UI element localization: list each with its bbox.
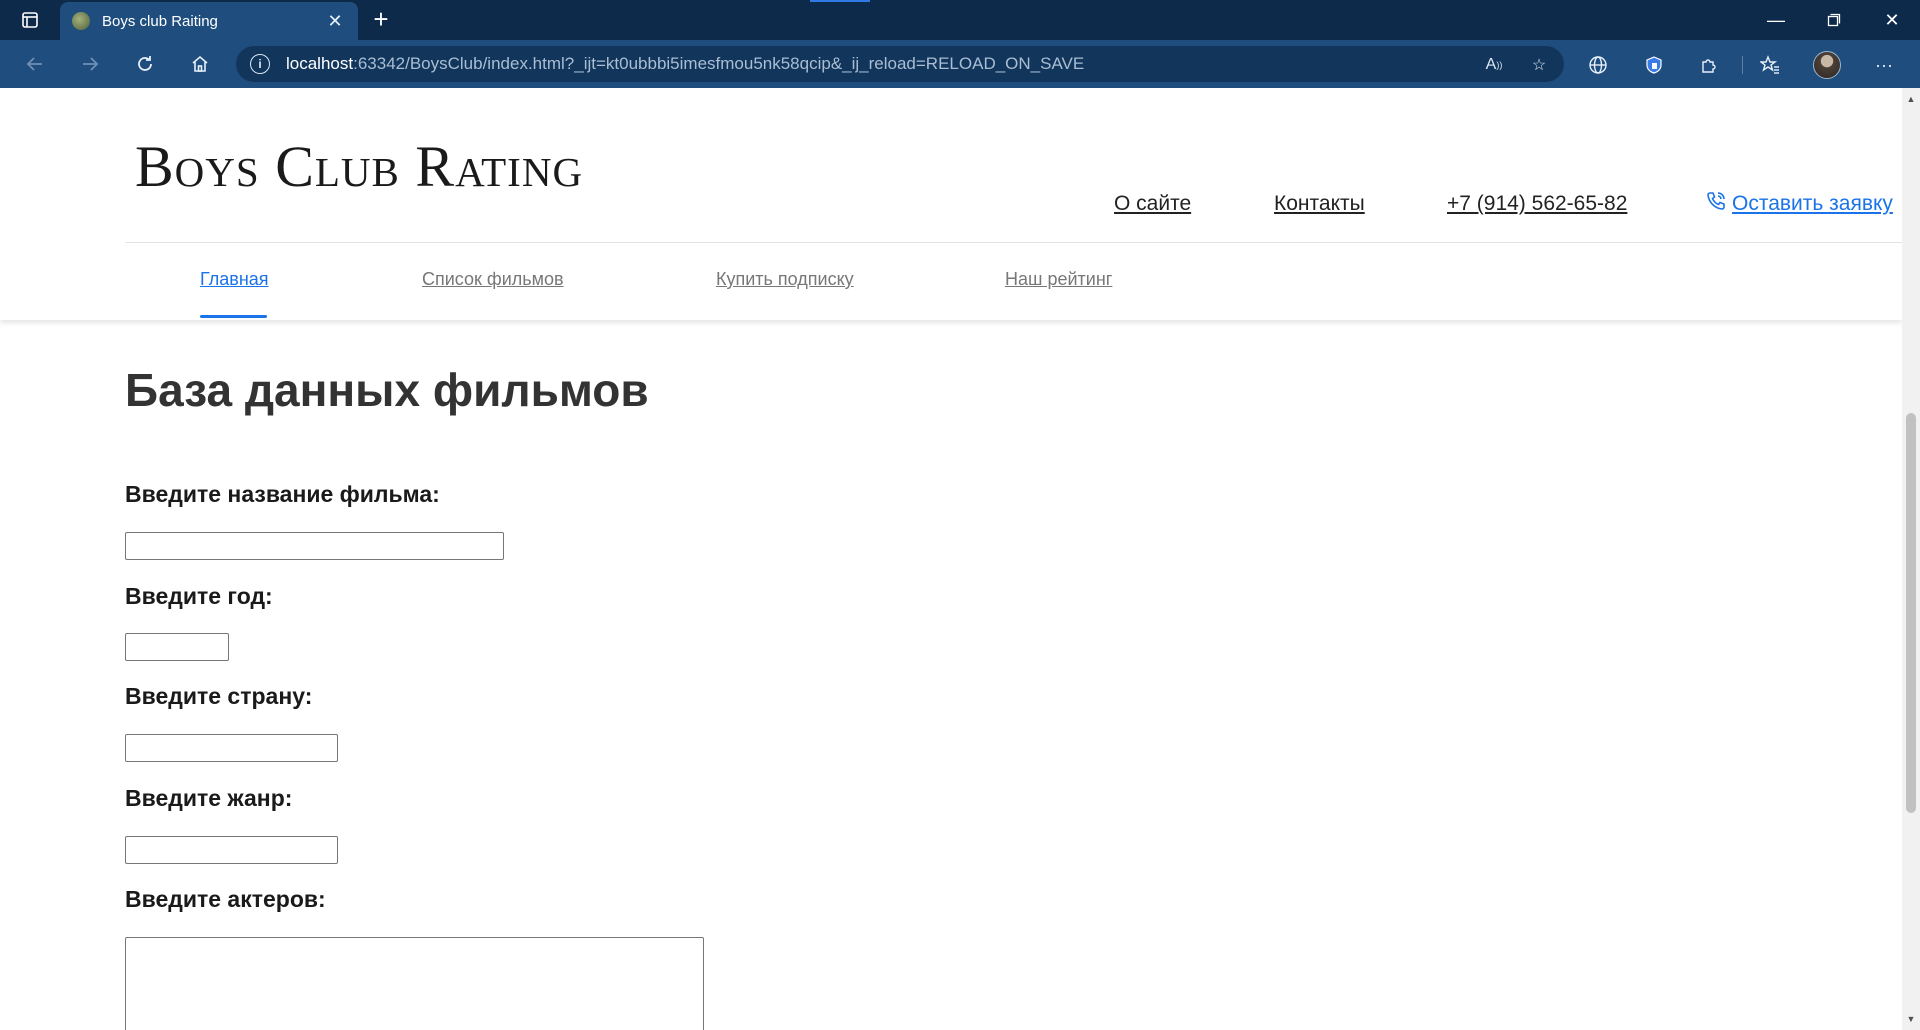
menu-item-subscription[interactable]: Купить подписку	[716, 269, 854, 290]
browser-toolbar: i localhost:63342/BoysClub/index.html?_i…	[0, 40, 1920, 88]
page-scrollbar[interactable]: ▲ ▼	[1902, 88, 1920, 1030]
close-tab-icon[interactable]: ✕	[324, 10, 346, 32]
address-bar[interactable]: i localhost:63342/BoysClub/index.html?_i…	[236, 46, 1564, 82]
site-header: Boys Club Rating О сайте Контакты +7 (91…	[0, 88, 1902, 320]
new-tab-icon[interactable]: +	[366, 6, 396, 34]
back-arrow-icon[interactable]	[17, 48, 53, 80]
restore-icon[interactable]	[1806, 0, 1862, 40]
active-menu-indicator	[200, 315, 267, 318]
extensions-icon[interactable]	[1696, 52, 1722, 78]
minimize-icon[interactable]: —	[1748, 0, 1804, 40]
menu-item-home[interactable]: Главная	[200, 269, 269, 290]
browser-tab-active[interactable]: Boys club Raiting ✕	[60, 2, 358, 40]
reload-icon[interactable]	[127, 48, 163, 80]
close-window-icon[interactable]: ✕	[1864, 0, 1920, 40]
year-input[interactable]	[125, 633, 229, 661]
shield-icon[interactable]	[1641, 52, 1667, 78]
scroll-down-icon[interactable]: ▼	[1902, 1010, 1920, 1028]
browser-tab-bar: Boys club Raiting ✕ + — ✕	[0, 0, 1920, 40]
page-viewport: Boys Club Rating О сайте Контакты +7 (91…	[0, 88, 1920, 1030]
add-favorite-icon[interactable]: ☆	[1528, 54, 1550, 76]
scroll-up-icon[interactable]: ▲	[1902, 90, 1920, 108]
request-link[interactable]: Оставить заявку	[1732, 192, 1893, 216]
site-logo[interactable]: Boys Club Rating	[135, 133, 583, 200]
film-name-label: Введите название фильма:	[125, 481, 440, 507]
phone-link[interactable]: +7 (914) 562-65-82	[1447, 192, 1627, 216]
site-info-icon[interactable]: i	[250, 54, 270, 74]
more-options-icon[interactable]: ···	[1871, 52, 1897, 78]
page-title: База данных фильмов	[125, 364, 649, 416]
menu-item-films[interactable]: Список фильмов	[422, 269, 564, 290]
film-name-input[interactable]	[125, 532, 504, 560]
menu-item-rating[interactable]: Наш рейтинг	[1005, 269, 1112, 290]
actors-label: Введите актеров:	[125, 886, 326, 912]
toolbar-separator	[1742, 56, 1743, 74]
contacts-link[interactable]: Контакты	[1274, 192, 1365, 216]
phone-icon	[1705, 190, 1727, 212]
favorites-icon[interactable]	[1757, 52, 1783, 78]
scroll-thumb[interactable]	[1906, 413, 1916, 813]
genre-label: Введите жанр:	[125, 785, 293, 811]
header-divider	[125, 242, 1902, 243]
tab-strip-indicator	[810, 0, 870, 2]
profile-avatar[interactable]	[1813, 51, 1841, 79]
actors-textarea[interactable]	[125, 937, 704, 1030]
about-link[interactable]: О сайте	[1114, 192, 1191, 216]
country-label: Введите страну:	[125, 683, 313, 709]
tab-title: Boys club Raiting	[102, 12, 218, 30]
forward-arrow-icon[interactable]	[72, 48, 108, 80]
favicon-icon	[72, 12, 90, 30]
tab-actions-icon[interactable]	[12, 8, 48, 32]
country-input[interactable]	[125, 734, 338, 762]
genre-input[interactable]	[125, 836, 338, 864]
year-label: Введите год:	[125, 583, 273, 609]
url-text[interactable]: localhost:63342/BoysClub/index.html?_ijt…	[286, 54, 1084, 74]
browser-essentials-icon[interactable]	[1585, 52, 1611, 78]
read-aloud-icon[interactable]: A))	[1483, 54, 1505, 76]
home-icon[interactable]	[182, 48, 218, 80]
